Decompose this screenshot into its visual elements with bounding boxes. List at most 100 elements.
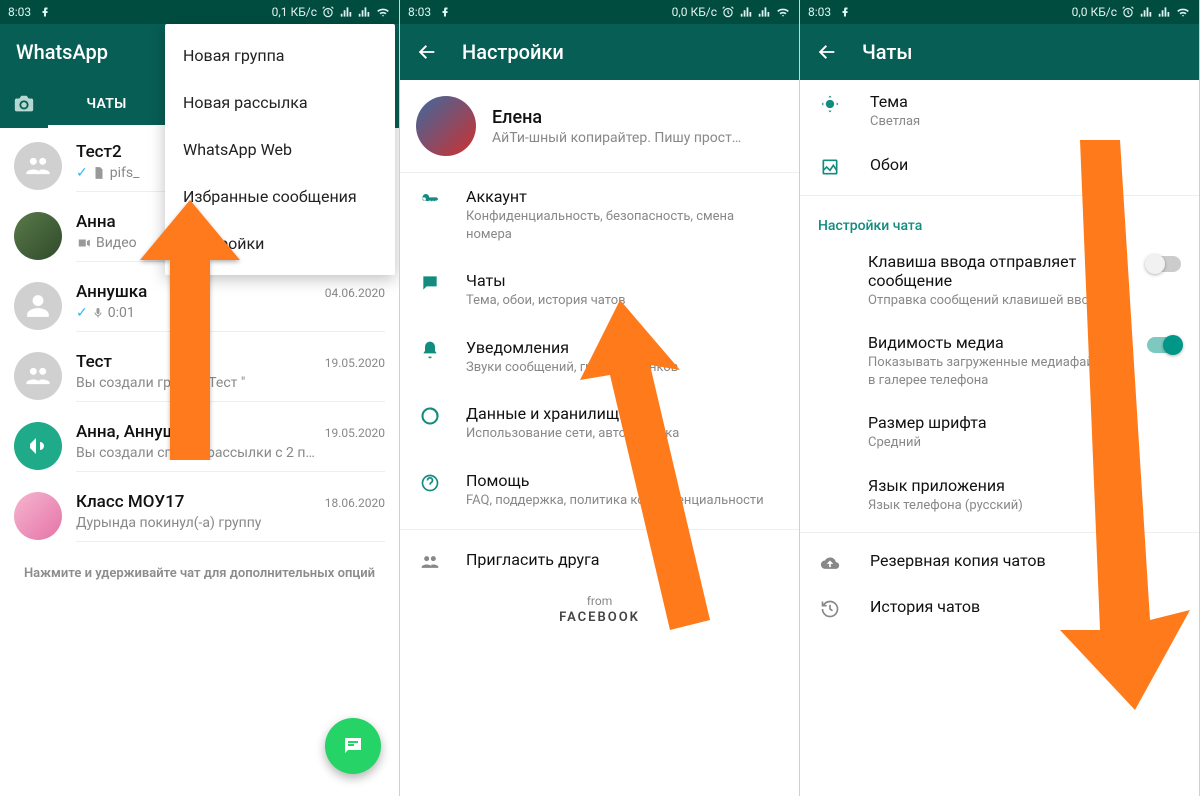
arrow-left-icon	[416, 41, 438, 63]
status-net: 0,0 КБ/с	[672, 5, 717, 19]
history-icon	[818, 597, 842, 619]
setting-history[interactable]: История чатов	[800, 585, 1199, 631]
setting-title: Видимость медиа	[868, 333, 1119, 352]
status-bar: 8:03 0,0 КБ/с	[400, 0, 799, 24]
from-facebook: from FACEBOOK	[400, 594, 799, 625]
wallpaper-icon	[818, 155, 842, 177]
setting-sub: Тема, обои, история чатов	[466, 292, 781, 310]
check-icon: ✓	[76, 305, 88, 321]
alarm-icon	[721, 5, 735, 19]
facebook-icon	[39, 6, 51, 18]
status-time: 8:03	[408, 5, 431, 19]
document-icon	[92, 166, 106, 180]
avatar[interactable]	[14, 492, 62, 540]
chat-row[interactable]: Тест19.05.2020 Вы создали группу "Тест "	[0, 342, 399, 412]
back-button[interactable]	[416, 41, 438, 63]
setting-notifications[interactable]: Уведомления Звуки сообщений, групп и звон…	[400, 324, 799, 391]
chat-icon	[341, 734, 365, 758]
from-label: from	[400, 594, 799, 608]
menu-starred[interactable]: Избранные сообщения	[165, 173, 395, 220]
setting-title: Аккаунт	[466, 187, 781, 206]
status-bar: 8:03 0,1 КБ/с	[0, 0, 399, 24]
chat-row[interactable]: Аннушка04.06.2020 ✓0:01	[0, 272, 399, 342]
back-button[interactable]	[816, 41, 838, 63]
setting-sub: Отправка сообщений клавишей ввода	[868, 292, 1119, 310]
avatar[interactable]	[14, 282, 62, 330]
tab-chats[interactable]: ЧАТЫ	[48, 80, 165, 128]
chat-date: 18.06.2020	[325, 496, 385, 510]
section-label: Настройки чата	[800, 202, 1199, 240]
page-title: Чаты	[862, 40, 912, 64]
setting-wallpaper[interactable]: Обои	[800, 143, 1199, 189]
camera-icon	[13, 93, 35, 115]
setting-font-size[interactable]: Размер шрифта Средний	[800, 401, 1199, 464]
setting-title: Клавиша ввода отправляет сообщение	[868, 252, 1119, 290]
profile-row[interactable]: Елена АйТи-шный копирайтер. Пишу прост…	[400, 80, 799, 173]
toggle-enter-send[interactable]	[1147, 256, 1181, 272]
group-icon	[24, 362, 52, 390]
setting-app-language[interactable]: Язык приложенияЯзык телефона (русский)	[800, 464, 1199, 527]
signal-icon	[339, 5, 353, 19]
chat-date: 19.05.2020	[325, 426, 385, 440]
group-icon	[24, 152, 52, 180]
setting-chats[interactable]: ЧатыТема, обои, история чатов	[400, 257, 799, 324]
menu-new-broadcast[interactable]: Новая рассылка	[165, 79, 395, 126]
setting-help[interactable]: ПомощьFAQ, поддержка, политика конфиденц…	[400, 457, 799, 524]
wifi-icon	[775, 5, 791, 19]
avatar[interactable]	[416, 96, 476, 156]
setting-title: История чатов	[870, 597, 1181, 616]
status-net: 0,0 КБ/с	[1072, 5, 1117, 19]
setting-title: Данные и хранилище	[466, 404, 781, 423]
setting-sub: Звуки сообщений, групп и звонков	[466, 359, 781, 377]
facebook-label: FACEBOOK	[400, 610, 799, 625]
setting-backup[interactable]: Резервная копия чатов	[800, 539, 1199, 585]
setting-data[interactable]: Данные и хранилище Использование сети, ав…	[400, 390, 799, 457]
page-title: Настройки	[462, 40, 564, 64]
avatar[interactable]	[14, 212, 62, 260]
person-icon	[25, 293, 51, 319]
avatar[interactable]	[14, 142, 62, 190]
setting-account[interactable]: Аккаунт Конфиденциальность, безопасность,…	[400, 173, 799, 257]
app-bar: Настройки	[400, 24, 799, 80]
setting-title: Уведомления	[466, 338, 781, 357]
alarm-icon	[1121, 5, 1135, 19]
alarm-icon	[321, 5, 335, 19]
people-icon	[418, 550, 442, 572]
new-chat-fab[interactable]	[325, 718, 381, 774]
menu-settings[interactable]: Настройки	[165, 220, 395, 267]
help-icon	[418, 471, 442, 493]
toggle-media-visibility[interactable]	[1147, 337, 1181, 353]
signal-icon	[1157, 5, 1171, 19]
status-time: 8:03	[808, 5, 831, 19]
menu-whatsapp-web[interactable]: WhatsApp Web	[165, 126, 395, 173]
setting-title: Тема	[870, 92, 1181, 111]
chat-date: 04.06.2020	[325, 286, 385, 300]
check-icon: ✓	[76, 165, 88, 181]
setting-sub: Показывать загруженные медиафайлы в гале…	[868, 354, 1119, 389]
camera-tab[interactable]	[0, 93, 48, 115]
setting-sub: Конфиденциальность, безопасность, смена …	[466, 208, 781, 243]
chat-row[interactable]: Анна, Аннушка19.05.2020 Вы создали списо…	[0, 412, 399, 482]
signal-icon	[1139, 5, 1153, 19]
status-bar: 8:03 0,0 КБ/с	[800, 0, 1199, 24]
profile-name: Елена	[492, 107, 741, 128]
avatar[interactable]	[14, 352, 62, 400]
chat-row[interactable]: Класс МОУ1718.06.2020 Дурында покинул(-а…	[0, 482, 399, 552]
chat-date: 19.05.2020	[325, 356, 385, 370]
screen-chats: 8:03 0,1 КБ/с WhatsApp ЧАТЫ СТАТУС ЗВОНК…	[0, 0, 400, 796]
setting-sub: Использование сети, автозагрузка	[466, 425, 781, 443]
setting-sub: Средний	[868, 434, 1181, 452]
setting-enter-send[interactable]: Клавиша ввода отправляет сообщение Отправ…	[800, 240, 1199, 322]
avatar[interactable]	[14, 422, 62, 470]
divider	[800, 195, 1199, 196]
data-icon	[418, 404, 442, 426]
menu-new-group[interactable]: Новая группа	[165, 32, 395, 79]
overflow-menu: Новая группа Новая рассылка WhatsApp Web…	[165, 24, 395, 275]
chat-name: Класс МОУ17	[76, 492, 184, 512]
setting-title: Размер шрифта	[868, 413, 1181, 432]
setting-media-visibility[interactable]: Видимость медиа Показывать загруженные ме…	[800, 321, 1199, 401]
setting-invite[interactable]: Пригласить друга	[400, 536, 799, 586]
chat-sub: Видео	[96, 235, 137, 251]
chat-sub: 0:01	[108, 305, 135, 321]
setting-theme[interactable]: ТемаСветлая	[800, 80, 1199, 143]
